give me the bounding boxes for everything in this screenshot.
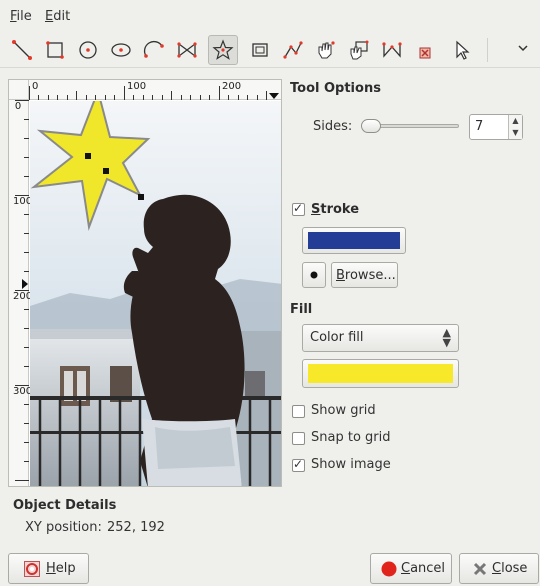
vruler-label-200: 200 bbox=[13, 291, 33, 302]
show-image-label: Show image bbox=[311, 457, 391, 472]
hruler-label-0: 0 bbox=[32, 81, 39, 92]
arc-tool-icon bbox=[143, 40, 164, 58]
snap-to-grid-checkbox[interactable] bbox=[292, 432, 305, 445]
sides-spin-buttons: ▲ ▼ bbox=[508, 115, 522, 139]
frame-tool-button[interactable] bbox=[245, 35, 275, 65]
ruler-position-marker bbox=[269, 93, 279, 99]
ellipse-tool-button[interactable] bbox=[106, 35, 136, 65]
rectangle-tool-icon bbox=[46, 41, 64, 59]
chevron-down-icon bbox=[518, 45, 528, 52]
line-tool-icon bbox=[12, 40, 32, 60]
horizontal-ruler-ticks bbox=[29, 86, 279, 100]
star-tool-icon bbox=[212, 39, 234, 60]
move-node-tool-icon bbox=[350, 40, 369, 60]
bowtie-tool-icon bbox=[177, 42, 197, 58]
stroke-checkbox[interactable] bbox=[292, 201, 305, 216]
toolbar-overflow-button[interactable] bbox=[517, 42, 529, 57]
dot-icon bbox=[310, 271, 318, 279]
fill-title: Fill bbox=[290, 302, 313, 317]
line-tool-button[interactable] bbox=[7, 35, 37, 65]
node-add-tool-button[interactable] bbox=[377, 35, 407, 65]
circle-tool-icon bbox=[79, 41, 97, 59]
vruler-label-300: 300 bbox=[13, 386, 33, 397]
circle-tool-button[interactable] bbox=[73, 35, 103, 65]
fill-type-selected: Color fill bbox=[310, 330, 364, 345]
path-tool-icon bbox=[283, 41, 303, 59]
hand-node-tool-icon bbox=[318, 41, 335, 59]
close-button[interactable]: Close bbox=[459, 553, 539, 584]
browse-button[interactable]: Browse... bbox=[331, 262, 398, 288]
vertical-ruler: 0 100 200 300 bbox=[9, 100, 33, 486]
xy-position-label: XY position: bbox=[25, 520, 102, 535]
vruler-label-100: 100 bbox=[13, 196, 33, 207]
close-icon bbox=[473, 562, 487, 576]
sides-slider-handle[interactable] bbox=[361, 119, 382, 133]
fill-color-button[interactable] bbox=[302, 359, 459, 388]
dropdown-arrows-icon: ▲ ▼ bbox=[442, 326, 451, 349]
ruler-corner bbox=[9, 80, 29, 100]
vruler-label-0: 0 bbox=[14, 101, 22, 112]
toolbar bbox=[0, 32, 540, 68]
cancel-label: Cancel bbox=[401, 561, 446, 576]
move-node-tool-button[interactable] bbox=[344, 35, 374, 65]
spin-down-icon[interactable]: ▼ bbox=[509, 127, 522, 139]
fill-color-swatch bbox=[308, 364, 453, 383]
sides-spinbox[interactable]: 7 ▲ ▼ bbox=[469, 114, 523, 140]
hruler-label-100: 100 bbox=[127, 81, 147, 92]
node-add-tool-icon bbox=[382, 42, 402, 58]
tool-options-title: Tool Options bbox=[290, 81, 381, 96]
horizontal-ruler: 0 100 200 bbox=[29, 80, 281, 100]
help-label: Help bbox=[46, 561, 76, 576]
stroke-style-button[interactable] bbox=[302, 262, 326, 288]
menu-edit[interactable]: Edit bbox=[45, 9, 70, 24]
sides-value: 7 bbox=[475, 119, 484, 134]
drawing-canvas[interactable]: 0 100 200 0 100 200 300 bbox=[8, 79, 282, 487]
toolbar-separator bbox=[487, 38, 488, 62]
object-details-title: Object Details bbox=[13, 498, 117, 513]
browse-label: Browse... bbox=[336, 268, 396, 283]
cancel-button[interactable]: Cancel bbox=[370, 553, 452, 584]
outer-radius-handle[interactable] bbox=[138, 194, 144, 200]
help-lifebuoy-icon bbox=[24, 561, 40, 577]
selection-tool-button[interactable] bbox=[447, 35, 477, 65]
sides-label: Sides: bbox=[313, 119, 353, 134]
show-image-checkbox[interactable] bbox=[292, 457, 305, 472]
menu-bar: File Edit bbox=[0, 0, 540, 32]
stroke-color-swatch bbox=[308, 232, 400, 249]
rectangle-tool-button[interactable] bbox=[40, 35, 70, 65]
xy-position-value: 252, 192 bbox=[107, 520, 165, 535]
node-delete-tool-button[interactable] bbox=[410, 35, 440, 65]
arc-tool-button[interactable] bbox=[139, 35, 169, 65]
snap-to-grid-label: Snap to grid bbox=[311, 430, 391, 445]
hand-node-tool-button[interactable] bbox=[311, 35, 341, 65]
close-label: Close bbox=[492, 561, 528, 576]
star-tool-button[interactable] bbox=[208, 35, 238, 65]
stroke-color-button[interactable] bbox=[302, 227, 406, 254]
frame-tool-icon bbox=[252, 43, 268, 57]
stroke-label: Stroke bbox=[311, 202, 360, 217]
path-tool-button[interactable] bbox=[278, 35, 308, 65]
center-handle[interactable] bbox=[85, 153, 91, 159]
vruler-position-marker bbox=[22, 279, 28, 289]
cancel-icon bbox=[381, 561, 397, 577]
star-shape[interactable] bbox=[30, 101, 282, 487]
hruler-label-200: 200 bbox=[222, 81, 242, 92]
ellipse-tool-icon bbox=[111, 43, 131, 57]
inner-radius-handle[interactable] bbox=[103, 168, 109, 174]
spin-up-icon[interactable]: ▲ bbox=[509, 115, 522, 127]
selection-arrow-icon bbox=[456, 40, 470, 60]
show-grid-label: Show grid bbox=[311, 403, 376, 418]
show-grid-checkbox[interactable] bbox=[292, 405, 305, 418]
fill-type-dropdown[interactable]: Color fill ▲ ▼ bbox=[302, 324, 459, 352]
node-delete-tool-icon bbox=[419, 47, 431, 59]
bowtie-tool-button[interactable] bbox=[172, 35, 202, 65]
help-button[interactable]: Help bbox=[8, 553, 89, 584]
menu-file[interactable]: File bbox=[10, 9, 32, 24]
